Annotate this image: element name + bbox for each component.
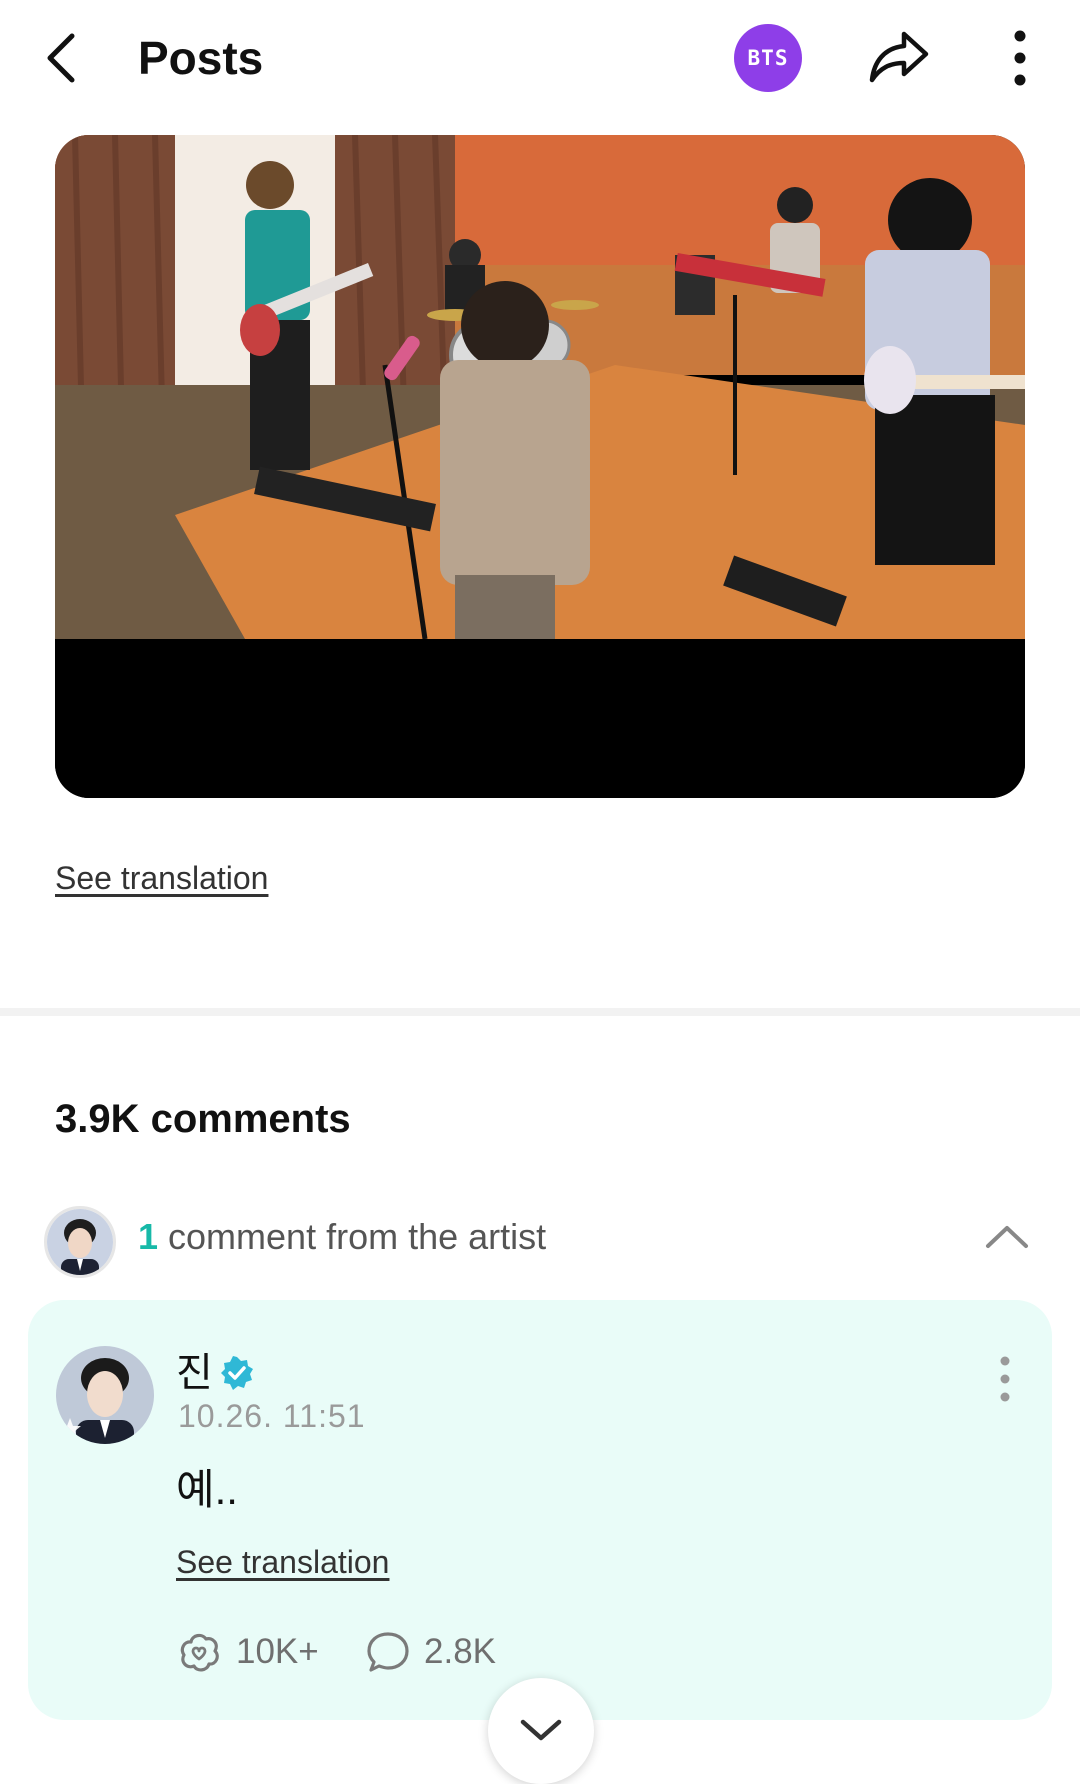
reply-button[interactable]: 2.8K xyxy=(366,1626,496,1678)
reply-count: 2.8K xyxy=(424,1632,496,1671)
see-translation-link[interactable]: See translation xyxy=(55,858,268,898)
community-badge[interactable]: BTS xyxy=(734,24,802,92)
back-button[interactable] xyxy=(40,28,90,88)
verified-badge-icon xyxy=(219,1355,255,1391)
vertical-dots-icon xyxy=(1000,1356,1010,1402)
video-frame xyxy=(55,135,1025,798)
comments-count: 3.9K comments xyxy=(55,1097,351,1141)
like-button[interactable]: 10K+ xyxy=(176,1626,319,1678)
like-count: 10K+ xyxy=(236,1632,319,1671)
commenter-name[interactable]: 진 xyxy=(176,1348,213,1398)
like-icon xyxy=(180,1633,219,1672)
post-video[interactable] xyxy=(55,135,1025,798)
speech-bubble-icon xyxy=(367,1632,409,1672)
avatar-image xyxy=(47,1209,113,1275)
comment-timestamp: 10.26. 11:51 xyxy=(178,1398,366,1434)
comment-see-translation-link[interactable]: See translation xyxy=(176,1542,389,1582)
page-title: Posts xyxy=(138,32,264,84)
comment-body: 예.. xyxy=(176,1466,238,1513)
artist-comment-header[interactable]: 1 comment from the artist xyxy=(138,1214,546,1260)
chevron-up-icon xyxy=(986,1226,1028,1248)
artist-comment-label: comment from the artist xyxy=(168,1216,547,1257)
artist-avatar xyxy=(44,1206,116,1278)
share-button[interactable] xyxy=(866,26,932,88)
chevron-left-icon xyxy=(47,33,75,83)
expand-comments-button[interactable] xyxy=(488,1678,594,1784)
artist-comment-count: 1 xyxy=(138,1216,159,1257)
chevron-down-icon xyxy=(520,1719,562,1741)
more-options-button[interactable] xyxy=(1000,26,1040,90)
commenter-avatar[interactable] xyxy=(56,1346,154,1444)
avatar-image xyxy=(56,1346,154,1444)
comment-more-button[interactable] xyxy=(990,1354,1020,1404)
vertical-dots-icon xyxy=(1014,30,1026,86)
section-divider xyxy=(0,1008,1080,1016)
share-arrow-icon xyxy=(869,31,929,83)
collapse-button[interactable] xyxy=(982,1216,1032,1256)
